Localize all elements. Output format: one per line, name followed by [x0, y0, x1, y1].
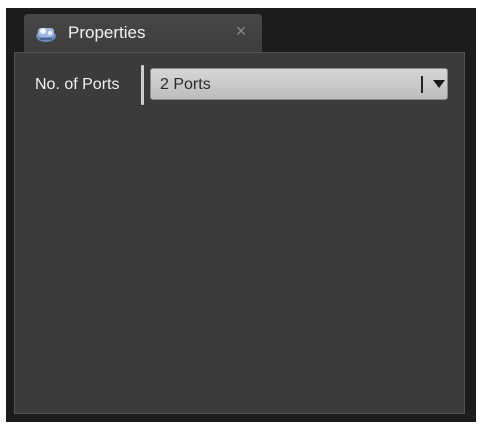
ports-label: No. of Ports — [35, 76, 120, 93]
ports-dropdown-value: 2 Ports — [160, 76, 211, 93]
properties-panel: No. of Ports 2 Ports — [14, 52, 465, 414]
properties-window: Properties × No. of Ports 2 Ports — [6, 8, 476, 422]
tab-properties[interactable]: Properties × — [24, 14, 262, 52]
dropdown-separator — [421, 76, 423, 93]
properties-panel-icon — [34, 22, 58, 44]
ports-dropdown[interactable]: 2 Ports — [150, 68, 448, 100]
property-row-ports: No. of Ports 2 Ports — [15, 65, 464, 105]
chevron-down-icon[interactable] — [432, 77, 446, 91]
tab-title: Properties — [68, 23, 146, 42]
column-divider[interactable] — [141, 65, 144, 105]
close-icon[interactable]: × — [230, 20, 252, 42]
